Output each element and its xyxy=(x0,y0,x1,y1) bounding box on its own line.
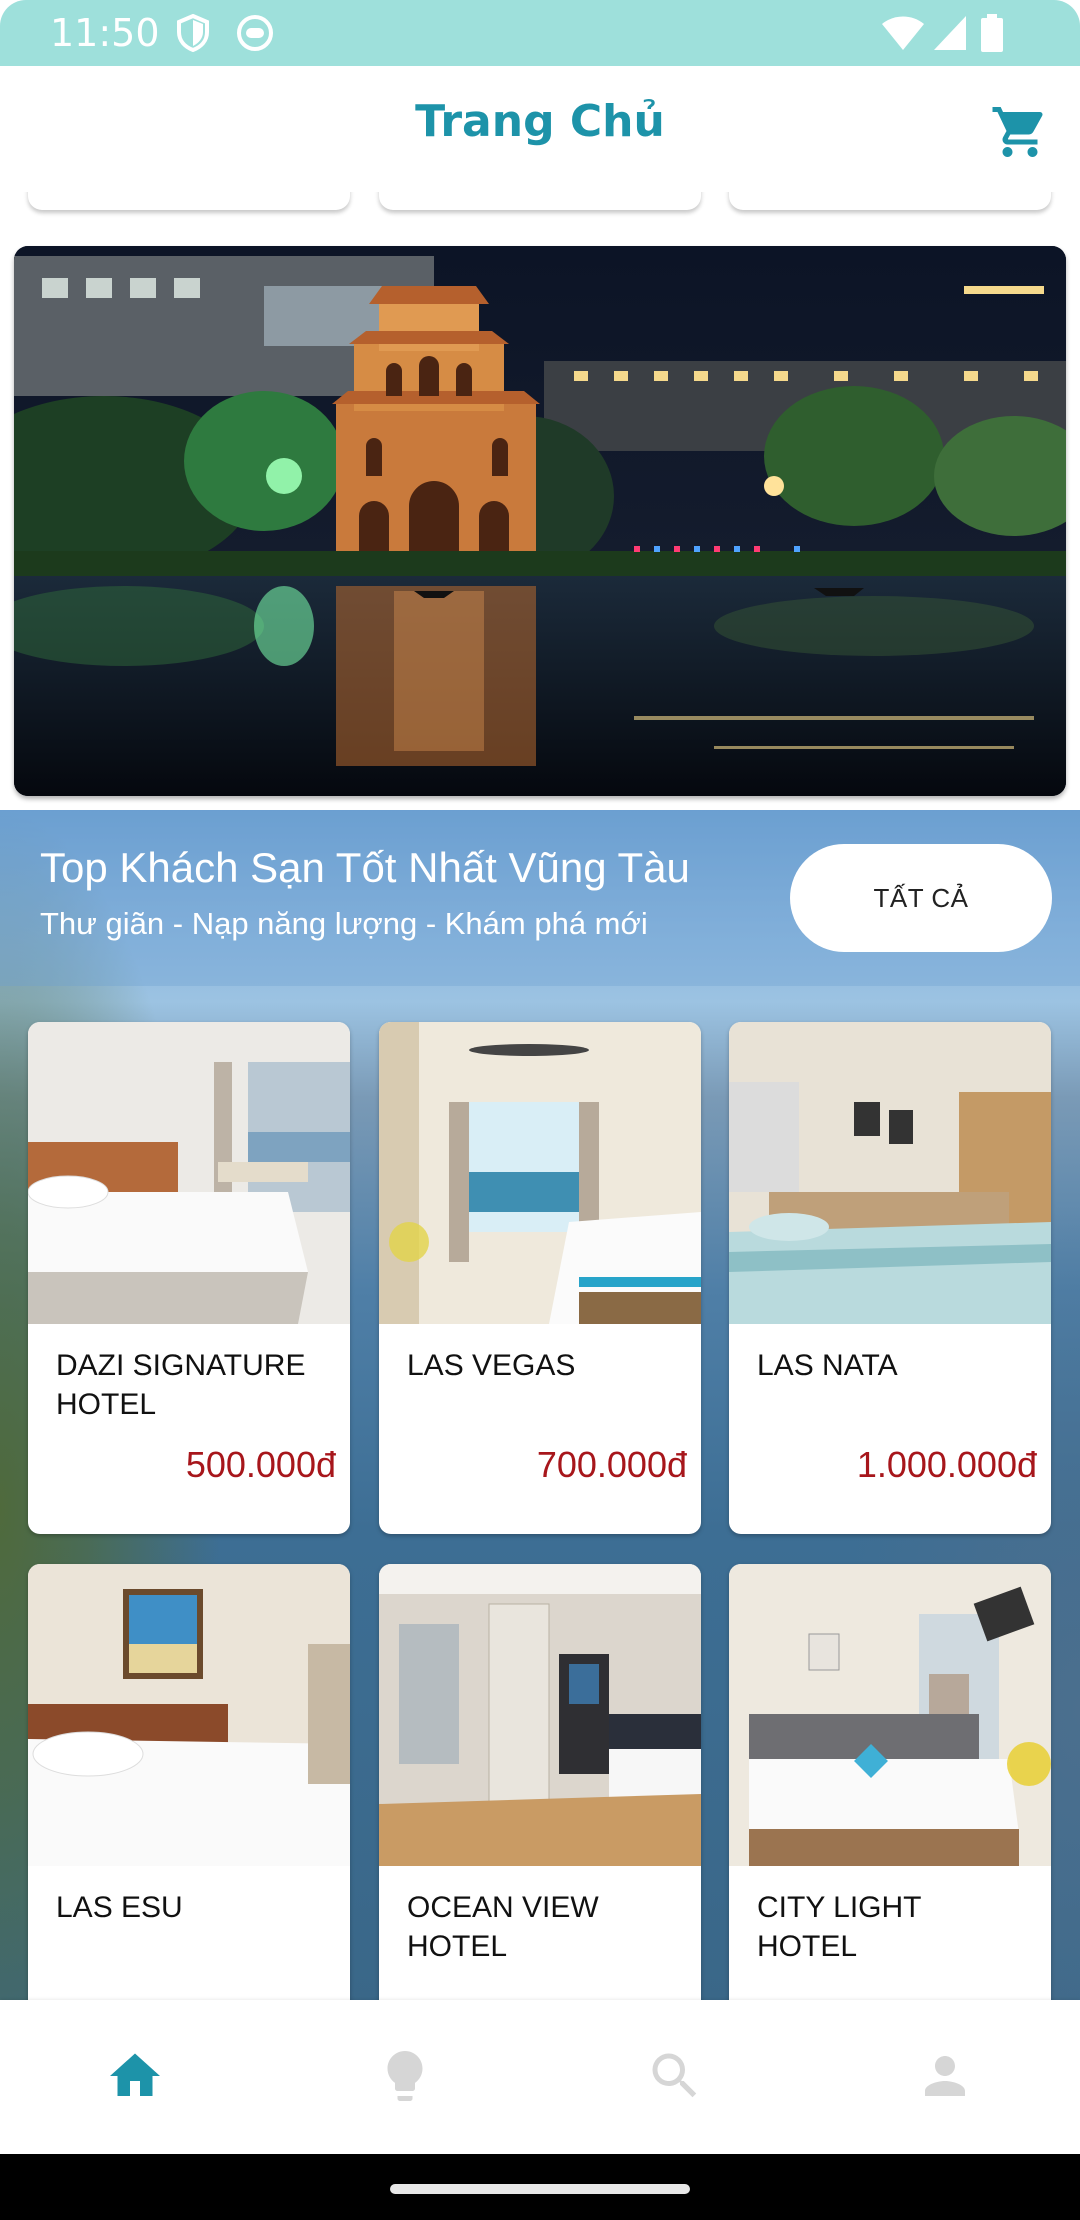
top-hotels-section: Top Khách Sạn Tốt Nhất Vũng Tàu Thư giãn… xyxy=(0,810,1080,2000)
face-icon xyxy=(237,15,273,51)
hotel-card[interactable]: LAS ESU xyxy=(28,1564,350,2000)
section-subtitle: Thư giãn - Nạp năng lượng - Khám phá mới xyxy=(40,906,648,941)
home-gesture-handle[interactable] xyxy=(390,2184,690,2194)
cell-signal-icon xyxy=(934,16,966,50)
category-card[interactable] xyxy=(28,192,350,210)
hotel-name: CITY LIGHT HOTEL xyxy=(757,1891,921,1963)
search-icon[interactable] xyxy=(645,2046,705,2106)
shield-icon xyxy=(177,14,209,52)
section-header: Top Khách Sạn Tốt Nhất Vũng Tàu Thư giãn… xyxy=(0,810,1080,986)
hotel-card[interactable]: OCEAN VIEW HOTEL xyxy=(379,1564,701,2000)
hotel-card[interactable]: CITY LIGHT HOTEL xyxy=(729,1564,1051,2000)
status-bar: 11:50 xyxy=(0,0,1080,66)
hotel-price: 700.000đ xyxy=(536,1444,687,1485)
battery-icon xyxy=(981,14,1003,52)
hotel-name: LAS NATA xyxy=(757,1349,898,1382)
hotel-photo xyxy=(729,1022,1051,1324)
hotel-name: OCEAN VIEW HOTEL xyxy=(407,1891,599,1963)
hotel-card[interactable]: LAS NATA 1.000.000đ xyxy=(729,1022,1051,1534)
hotel-photo xyxy=(28,1564,350,1866)
hotel-photo xyxy=(729,1564,1051,1866)
hotel-name: DAZI SIGNATURE HOTEL xyxy=(56,1349,306,1421)
app-bar: Trang Chủ xyxy=(0,66,1080,192)
hotel-price: 500.000đ xyxy=(185,1444,336,1485)
hotel-photo xyxy=(28,1022,350,1324)
see-all-button[interactable]: TẤT CẢ xyxy=(790,844,1052,952)
home-icon[interactable] xyxy=(105,2046,165,2106)
hotel-card[interactable]: LAS VEGAS 700.000đ xyxy=(379,1022,701,1534)
bottom-navigation xyxy=(0,2000,1080,2154)
category-card[interactable] xyxy=(379,192,701,210)
category-card[interactable] xyxy=(729,192,1051,210)
page-title: Trang Chủ xyxy=(415,96,665,147)
banner-image[interactable] xyxy=(14,246,1066,796)
section-title: Top Khách Sạn Tốt Nhất Vũng Tàu xyxy=(40,844,690,891)
hotel-name: LAS VEGAS xyxy=(407,1349,576,1382)
person-icon[interactable] xyxy=(915,2046,975,2106)
wifi-icon xyxy=(882,16,924,50)
shopping-cart-icon[interactable] xyxy=(990,102,1050,162)
hotel-photo xyxy=(379,1564,701,1866)
hotel-card[interactable]: DAZI SIGNATURE HOTEL 500.000đ xyxy=(28,1022,350,1534)
system-navigation-bar xyxy=(0,2154,1080,2220)
home-content[interactable]: Top Khách Sạn Tốt Nhất Vũng Tàu Thư giãn… xyxy=(0,192,1080,2000)
status-time: 11:50 xyxy=(50,11,160,55)
lightbulb-icon[interactable] xyxy=(375,2046,435,2106)
hotel-name: LAS ESU xyxy=(56,1891,183,1924)
hotel-photo xyxy=(379,1022,701,1324)
hotel-price: 1.000.000đ xyxy=(856,1444,1037,1485)
